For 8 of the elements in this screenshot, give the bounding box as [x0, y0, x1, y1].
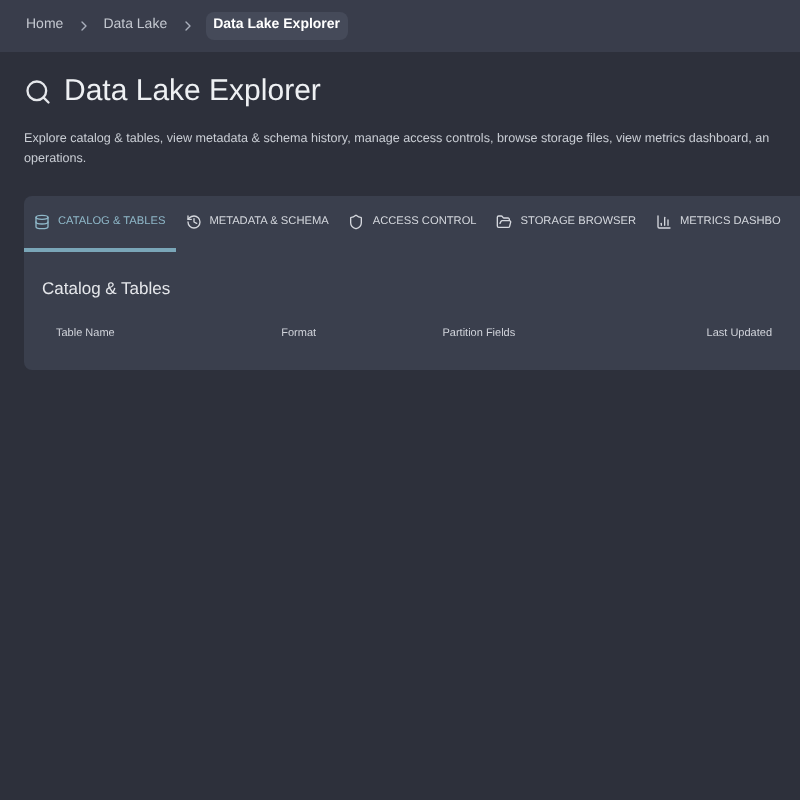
page-title: Data Lake Explorer	[64, 72, 321, 112]
search-icon	[24, 78, 52, 106]
folder-icon	[496, 214, 513, 230]
shield-icon	[348, 214, 365, 230]
history-icon	[185, 214, 202, 230]
bar-chart-icon	[656, 214, 672, 230]
database-icon	[34, 214, 50, 230]
panel-title: Catalog & Tables	[40, 276, 173, 302]
